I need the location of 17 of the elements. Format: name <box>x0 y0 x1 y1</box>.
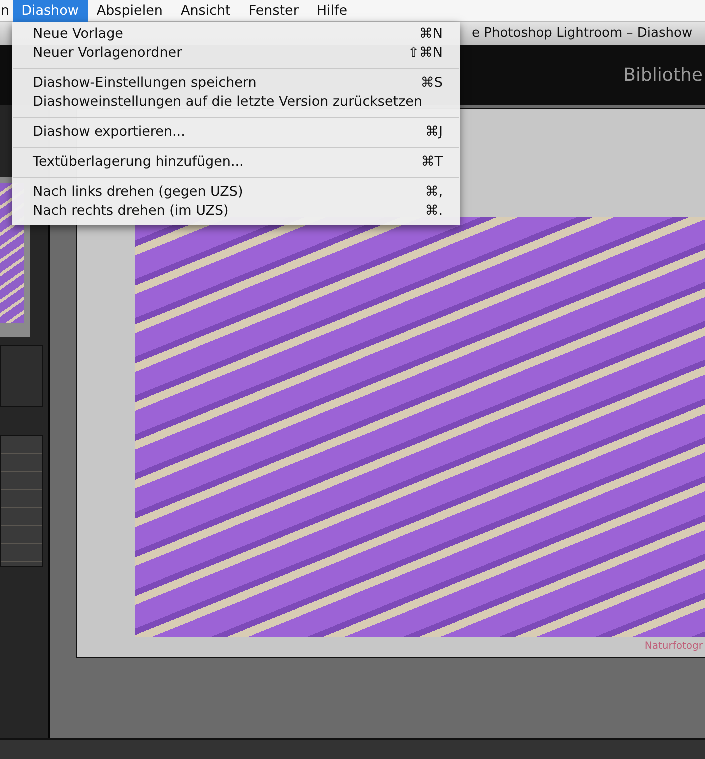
menu-item[interactable]: Neuer Vorlagenordner ⇧⌘N <box>12 44 460 63</box>
module-tab[interactable]: Bibliothe <box>624 64 703 86</box>
menu-item[interactable]: Diashow <box>12 0 88 22</box>
menu-item[interactable]: n <box>0 0 13 22</box>
menu-item[interactable]: Nach rechts drehen (im UZS) ⌘. <box>12 202 460 221</box>
slide-caption: Naturfotogr <box>644 641 703 652</box>
menu-item[interactable]: Diashoweinstellungen auf die letzte Version zurücksetzen <box>12 93 460 112</box>
menu-item[interactable]: Ansicht <box>172 0 240 22</box>
menu-item[interactable]: Diashow-Einstellungen speichern ⌘S <box>12 74 460 93</box>
menu-item[interactable]: Nach links drehen (gegen UZS) ⌘, <box>12 183 460 202</box>
menu-item[interactable]: Textüberlagerung hinzufügen... ⌘T <box>12 153 460 172</box>
menu-item[interactable]: Diashow exportieren... ⌘J <box>12 123 460 142</box>
window-title: e Photoshop Lightroom – Diashow <box>472 26 693 41</box>
menu-item[interactable]: Hilfe <box>308 0 357 22</box>
menu-item[interactable]: Fenster <box>240 0 308 22</box>
menu-item[interactable]: Neue Vorlage ⌘N <box>12 25 460 44</box>
menu-item[interactable]: Abspielen <box>88 0 172 22</box>
